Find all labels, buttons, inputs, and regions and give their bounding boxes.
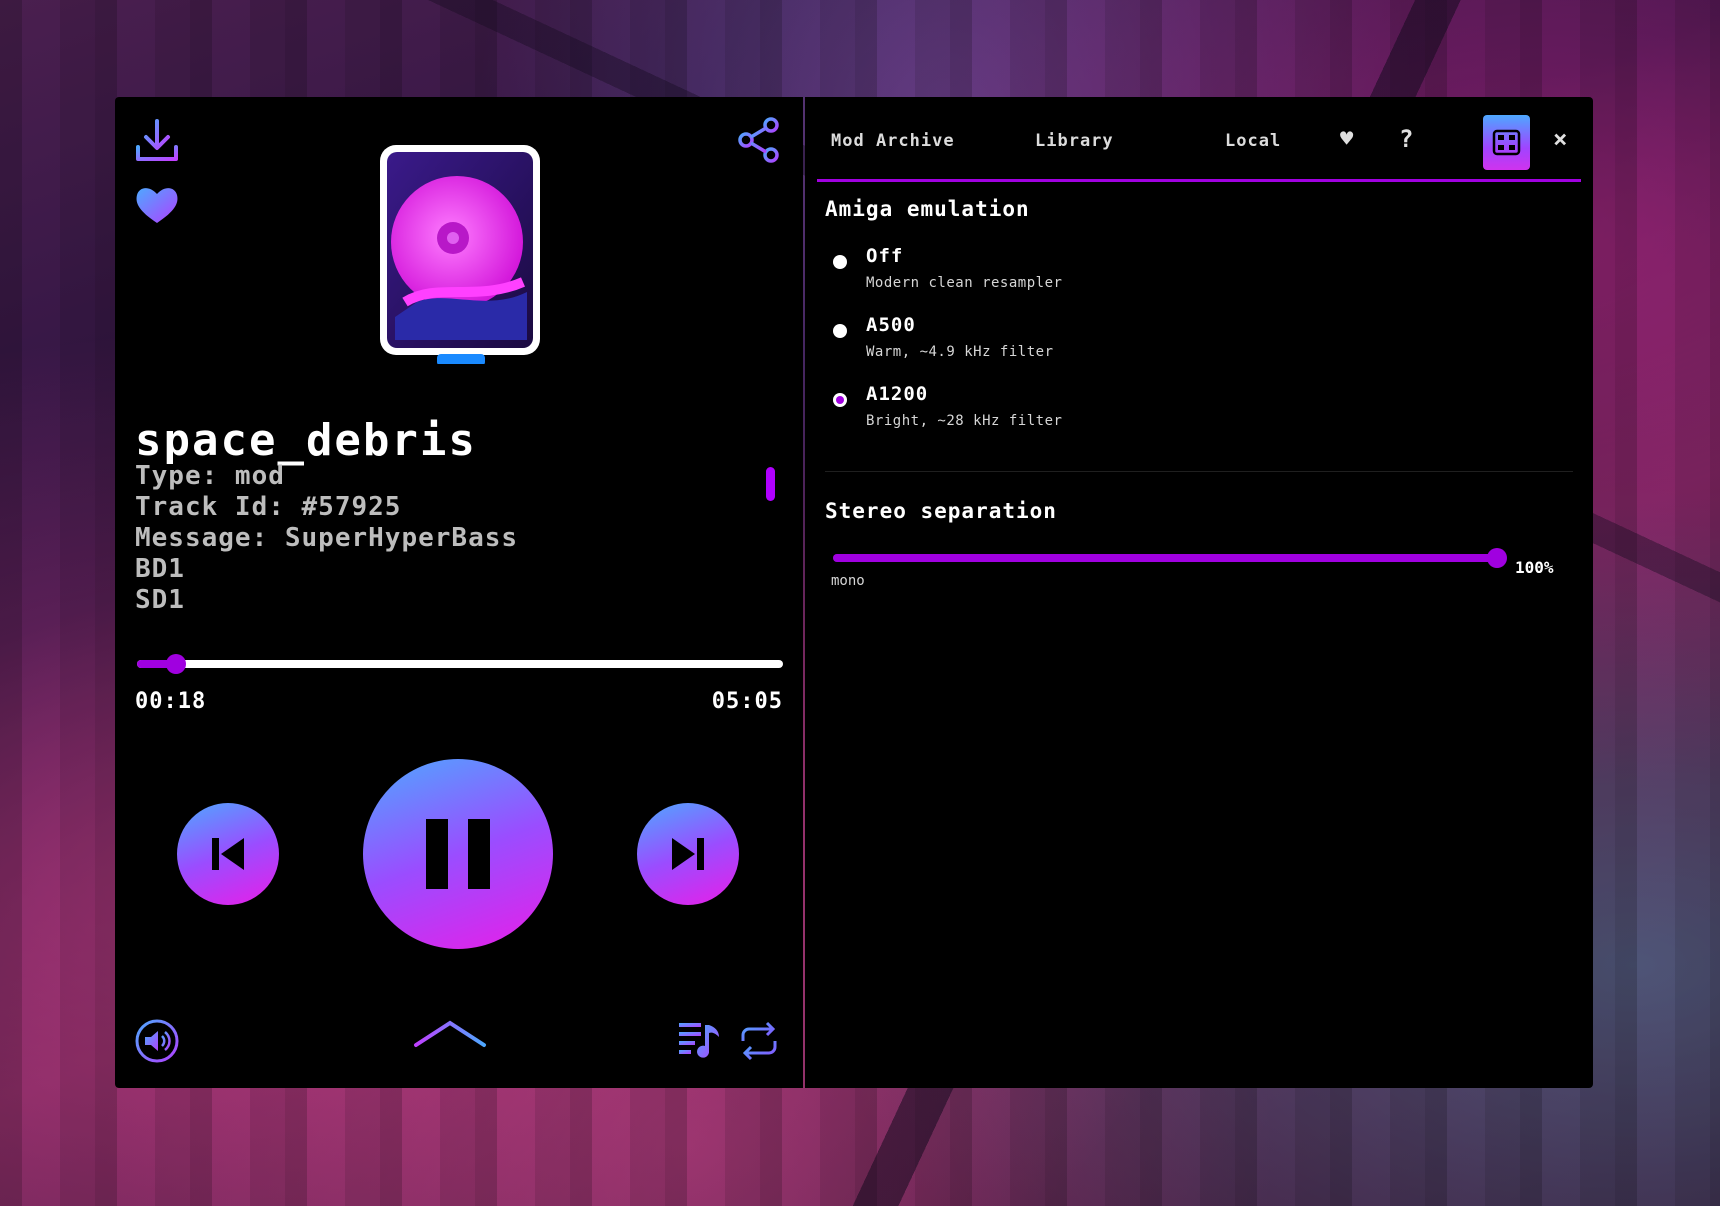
close-icon: × (1553, 125, 1569, 153)
section-divider (825, 471, 1573, 472)
amiga-emulation-title: Amiga emulation (825, 197, 1030, 221)
track-type: Type: mod (135, 461, 285, 491)
cover-art (377, 142, 545, 366)
settings-icon (1492, 129, 1521, 156)
help-tab-icon[interactable]: ? (1399, 125, 1414, 153)
settings-panel: Mod Archive Library Local ♥ ? × Amiga em… (805, 97, 1593, 1088)
pause-icon (426, 819, 490, 889)
playlist-icon (679, 1023, 719, 1058)
settings-tab-icon[interactable] (1483, 115, 1530, 170)
share-button[interactable] (737, 117, 781, 163)
amiga-option-off[interactable]: Off Modern clean resampler (833, 245, 1233, 299)
stereo-separation-title: Stereo separation (825, 499, 1057, 523)
option-description: Warm, ~4.9 kHz filter (866, 344, 1054, 360)
tab-local[interactable]: Local (1225, 131, 1281, 151)
track-title: space_debris (135, 415, 477, 466)
stereo-separation-slider[interactable] (833, 548, 1507, 568)
help-icon: ? (1399, 125, 1415, 153)
option-label: A1200 (866, 383, 929, 405)
close-button[interactable]: × (1553, 125, 1568, 153)
track-instrument-1: BD1 (135, 554, 185, 584)
heart-icon: ♥ (1340, 127, 1355, 152)
previous-button[interactable] (177, 803, 279, 905)
tab-library[interactable]: Library (1035, 131, 1114, 151)
option-description: Bright, ~28 kHz filter (866, 413, 1063, 429)
stereo-separation-value: 100% (1515, 558, 1554, 577)
favorite-button[interactable] (135, 185, 179, 225)
repeat-icon (741, 1021, 777, 1061)
amiga-option-a1200[interactable]: A1200 Bright, ~28 kHz filter (833, 383, 1233, 437)
volume-button[interactable] (135, 1019, 179, 1063)
share-icon (738, 117, 779, 163)
tab-mod-archive[interactable]: Mod Archive (831, 131, 955, 151)
heart-icon (136, 188, 178, 223)
favorites-tab-icon[interactable]: ♥ (1340, 127, 1354, 152)
hard-disk-icon (380, 145, 540, 366)
download-button[interactable] (134, 117, 180, 165)
seek-bar-handle[interactable] (165, 654, 186, 674)
seek-bar[interactable] (137, 654, 783, 674)
radio-a500[interactable] (833, 324, 847, 338)
repeat-button[interactable] (737, 1019, 781, 1063)
track-message: Message: SuperHyperBass (135, 523, 519, 553)
chevron-up-icon (414, 1020, 486, 1047)
track-instrument-2: SD1 (135, 585, 185, 615)
duration-time: 05:05 (711, 689, 783, 714)
volume-icon (135, 1019, 179, 1063)
expand-button[interactable] (412, 1017, 488, 1051)
stereo-slider-handle[interactable] (1487, 548, 1507, 568)
stereo-slider-fill (833, 554, 1497, 562)
option-label: A500 (866, 314, 916, 336)
pause-button[interactable] (363, 759, 553, 949)
next-button[interactable] (637, 803, 739, 905)
meta-scrollbar[interactable] (766, 467, 775, 501)
skip-previous-icon (212, 838, 244, 870)
radio-a1200[interactable] (833, 393, 847, 407)
track-id: Track Id: #57925 (135, 492, 402, 522)
elapsed-time: 00:18 (135, 689, 207, 714)
playlist-button[interactable] (677, 1019, 723, 1063)
skip-next-icon (672, 838, 704, 870)
download-icon (136, 119, 178, 161)
player-panel: space_debris Type: mod Track Id: #57925 … (115, 97, 803, 1088)
stereo-separation-min-label: mono (831, 573, 865, 589)
amiga-option-a500[interactable]: A500 Warm, ~4.9 kHz filter (833, 314, 1233, 368)
radio-off[interactable] (833, 255, 847, 269)
tab-bar: Mod Archive Library Local ♥ ? × (817, 97, 1581, 182)
option-label: Off (866, 245, 904, 267)
option-description: Modern clean resampler (866, 275, 1063, 291)
